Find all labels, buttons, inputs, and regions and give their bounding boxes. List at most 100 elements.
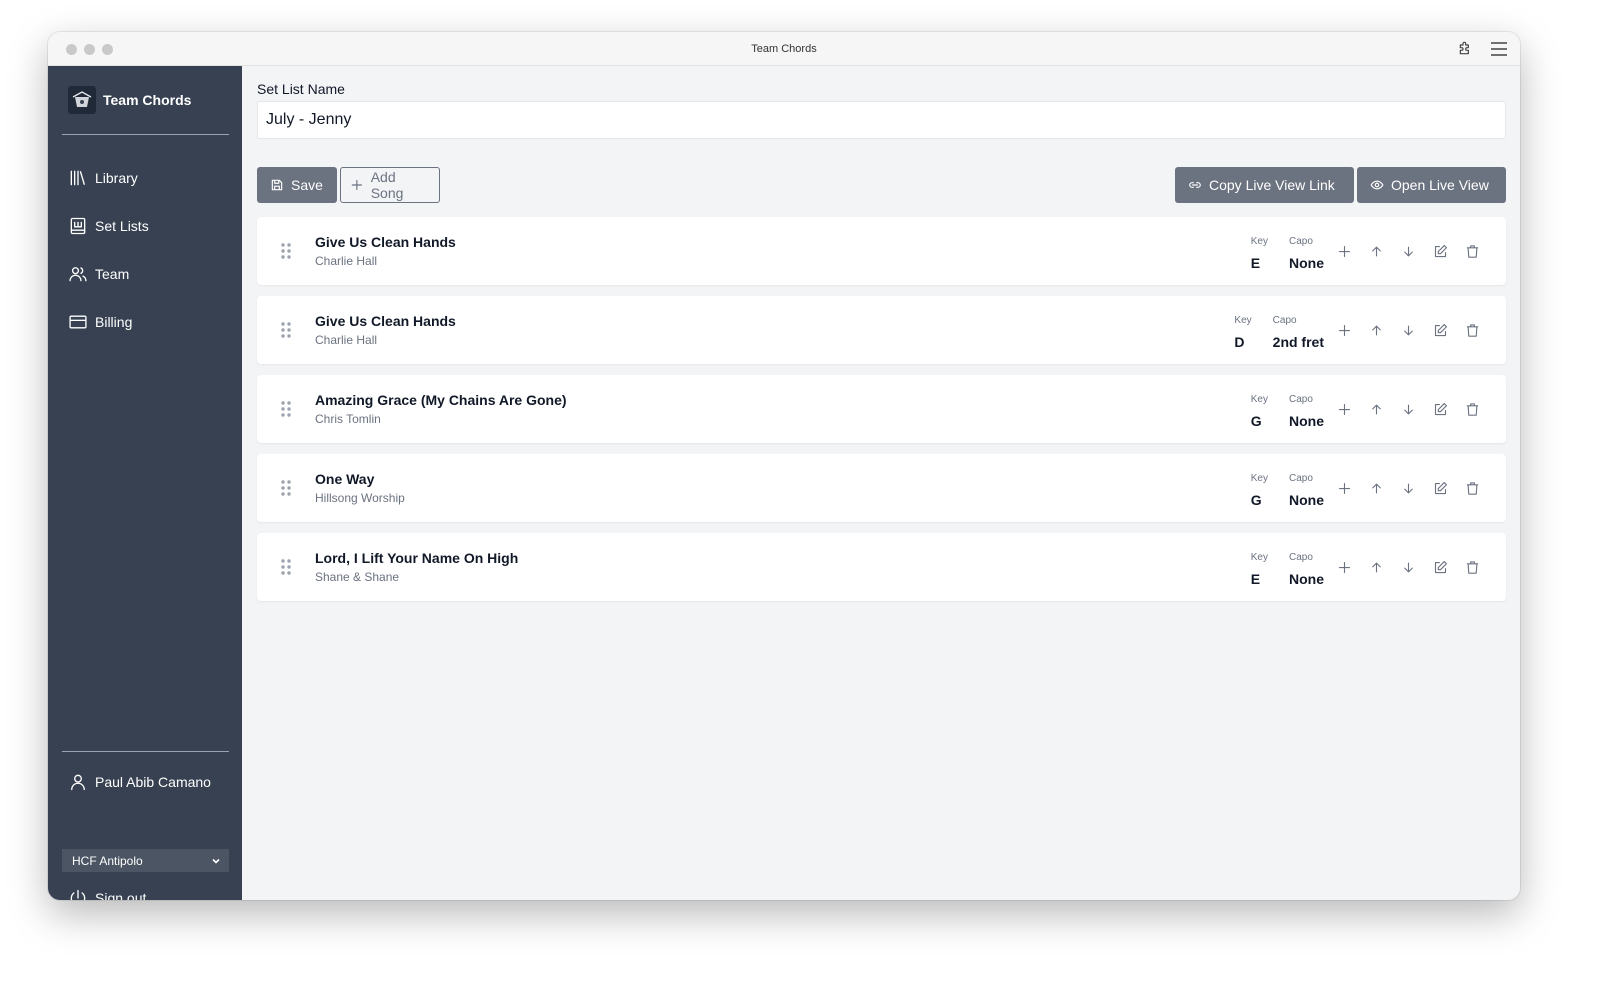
link-icon bbox=[1189, 182, 1201, 188]
edit-button[interactable] bbox=[1424, 399, 1456, 419]
key-value: D bbox=[1234, 334, 1245, 350]
open-live-view-button[interactable]: Open Live View bbox=[1357, 167, 1506, 203]
trash-icon bbox=[1466, 402, 1478, 416]
key-label: Key bbox=[1250, 552, 1268, 563]
song-row: Give Us Clean Hands Charlie Hall Key E C… bbox=[257, 217, 1506, 285]
song-title[interactable]: Lord, I Lift Your Name On High bbox=[315, 550, 518, 566]
copy-live-view-link-button[interactable]: Copy Live View Link bbox=[1175, 167, 1354, 203]
trash-icon bbox=[1466, 481, 1478, 495]
key-label: Key bbox=[1250, 394, 1268, 405]
window-controls bbox=[66, 44, 113, 55]
set-list-name-input[interactable]: July - Jenny bbox=[257, 101, 1506, 139]
key-label: Key bbox=[1250, 236, 1268, 247]
song-title[interactable]: Give Us Clean Hands bbox=[315, 234, 456, 250]
arrow-down-icon bbox=[1403, 483, 1413, 493]
key-field: Key D bbox=[1234, 315, 1251, 350]
sidebar-item-billing[interactable]: Billing bbox=[68, 298, 149, 346]
capo-label: Capo bbox=[1289, 552, 1313, 563]
user-name: Paul Abib Camano bbox=[95, 774, 211, 790]
song-actions bbox=[1328, 320, 1488, 340]
arrow-up-icon bbox=[1371, 404, 1381, 414]
drag-handle-icon bbox=[281, 243, 291, 259]
move-down-button[interactable] bbox=[1392, 557, 1424, 577]
add-below-button[interactable] bbox=[1328, 241, 1360, 261]
add-song-button[interactable]: Add Song bbox=[340, 167, 440, 203]
sidebar-item-team[interactable]: Team bbox=[68, 250, 149, 298]
brand-name: Team Chords bbox=[103, 92, 192, 108]
sidebar-item-set-lists[interactable]: Set Lists bbox=[68, 202, 149, 250]
add-below-button[interactable] bbox=[1328, 557, 1360, 577]
song-artist: Shane & Shane bbox=[315, 570, 400, 584]
edit-button[interactable] bbox=[1424, 478, 1456, 498]
song-actions bbox=[1328, 399, 1488, 419]
close-window-button[interactable] bbox=[66, 44, 77, 55]
move-up-button[interactable] bbox=[1360, 557, 1392, 577]
key-field: Key G bbox=[1251, 394, 1268, 429]
edit-icon bbox=[1434, 323, 1447, 336]
song-actions bbox=[1328, 557, 1488, 577]
add-below-button[interactable] bbox=[1328, 478, 1360, 498]
drag-handle-icon bbox=[281, 401, 291, 417]
move-down-button[interactable] bbox=[1392, 399, 1424, 419]
arrow-up-icon bbox=[1371, 246, 1381, 256]
sidebar-divider bbox=[62, 751, 229, 752]
move-down-button[interactable] bbox=[1392, 478, 1424, 498]
capo-field: Capo None bbox=[1289, 473, 1324, 508]
song-row: Give Us Clean Hands Charlie Hall Key D C… bbox=[257, 296, 1506, 364]
team-select[interactable]: HCF Antipolo bbox=[62, 849, 229, 872]
sidebar-item-label: Library bbox=[95, 170, 138, 186]
drag-handle[interactable] bbox=[279, 478, 293, 498]
extensions-button[interactable] bbox=[1452, 38, 1478, 60]
song-meta: Key G Capo None bbox=[1251, 394, 1324, 429]
key-field: Key E bbox=[1251, 552, 1268, 587]
move-up-button[interactable] bbox=[1360, 399, 1392, 419]
song-title[interactable]: Give Us Clean Hands bbox=[315, 313, 456, 329]
drag-handle[interactable] bbox=[279, 557, 293, 577]
move-up-button[interactable] bbox=[1360, 320, 1392, 340]
save-button[interactable]: Save bbox=[257, 167, 337, 203]
current-user[interactable]: Paul Abib Camano bbox=[68, 772, 211, 792]
song-title[interactable]: One Way bbox=[315, 471, 374, 487]
delete-button[interactable] bbox=[1456, 557, 1488, 577]
delete-button[interactable] bbox=[1456, 478, 1488, 498]
drag-handle[interactable] bbox=[279, 320, 293, 340]
sidebar-item-library[interactable]: Library bbox=[68, 154, 149, 202]
maximize-window-button[interactable] bbox=[102, 44, 113, 55]
brand[interactable]: Team Chords bbox=[68, 86, 191, 114]
set-lists-icon bbox=[70, 217, 86, 235]
add-below-button[interactable] bbox=[1328, 399, 1360, 419]
credit-card-icon bbox=[69, 315, 87, 329]
add-below-button[interactable] bbox=[1328, 320, 1360, 340]
song-title[interactable]: Amazing Grace (My Chains Are Gone) bbox=[315, 392, 567, 408]
sidebar-item-label: Billing bbox=[95, 314, 133, 330]
edit-button[interactable] bbox=[1424, 557, 1456, 577]
edit-button[interactable] bbox=[1424, 320, 1456, 340]
delete-button[interactable] bbox=[1456, 241, 1488, 261]
key-value: G bbox=[1250, 492, 1262, 508]
move-down-button[interactable] bbox=[1392, 320, 1424, 340]
sign-out-button[interactable]: Sign out bbox=[68, 888, 146, 900]
song-row: Amazing Grace (My Chains Are Gone) Chris… bbox=[257, 375, 1506, 443]
capo-field: Capo None bbox=[1289, 552, 1324, 587]
sidebar-item-label: Set Lists bbox=[95, 218, 149, 234]
menu-button[interactable] bbox=[1486, 38, 1512, 60]
arrow-down-icon bbox=[1403, 404, 1413, 414]
trash-icon bbox=[1466, 323, 1478, 337]
delete-button[interactable] bbox=[1456, 320, 1488, 340]
puzzle-icon bbox=[1459, 41, 1469, 55]
minimize-window-button[interactable] bbox=[84, 44, 95, 55]
drag-handle[interactable] bbox=[279, 399, 293, 419]
delete-button[interactable] bbox=[1456, 399, 1488, 419]
edit-button[interactable] bbox=[1424, 241, 1456, 261]
save-icon bbox=[271, 179, 283, 191]
capo-field: Capo None bbox=[1289, 394, 1324, 429]
drag-handle[interactable] bbox=[279, 241, 293, 261]
edit-icon bbox=[1434, 244, 1447, 257]
capo-value: 2nd fret bbox=[1272, 334, 1324, 350]
move-up-button[interactable] bbox=[1360, 478, 1392, 498]
song-artist: Hillsong Worship bbox=[315, 491, 405, 505]
move-up-button[interactable] bbox=[1360, 241, 1392, 261]
move-down-button[interactable] bbox=[1392, 241, 1424, 261]
open-live-view-label: Open Live View bbox=[1391, 177, 1489, 193]
plus-icon bbox=[1338, 482, 1350, 494]
